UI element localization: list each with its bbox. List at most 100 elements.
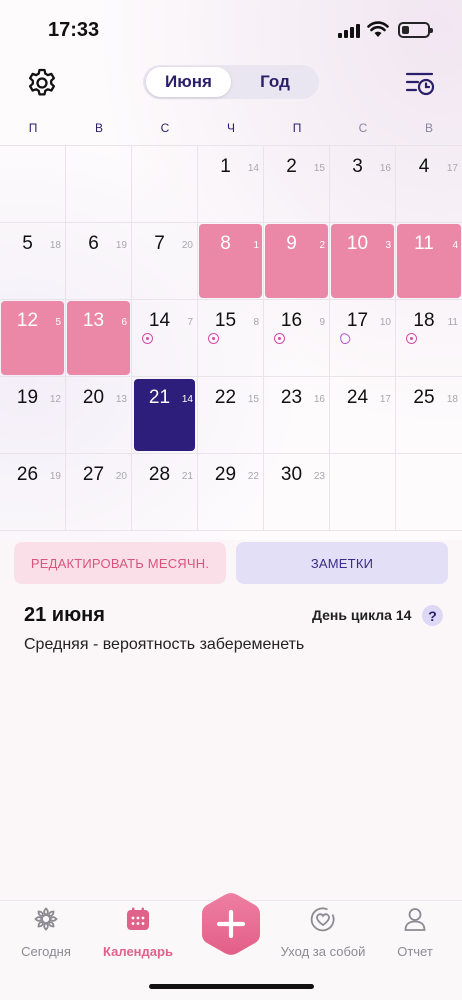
cycle-day-number: 10 (379, 317, 391, 328)
calendar-day-cell[interactable]: 7 20 (132, 223, 198, 300)
cycle-day-number: 15 (247, 394, 259, 405)
calendar-day-cell[interactable]: 30 23 (264, 454, 330, 531)
calendar-day-cell[interactable]: 18 11 (396, 300, 462, 377)
cycle-day-number: 21 (181, 471, 193, 482)
calendar-day-cell[interactable]: 3 16 (330, 146, 396, 223)
cycle-day-number: 20 (181, 240, 193, 251)
calendar-day-cell[interactable]: 5 18 (0, 223, 66, 300)
calendar-day-cell[interactable]: 92 (264, 223, 330, 300)
cycle-day-number: 2 (319, 240, 325, 251)
calendar-day-cell[interactable]: 12 5 (0, 300, 66, 377)
cycle-day-number: 9 (319, 317, 325, 328)
cycle-day-number: 16 (379, 163, 391, 174)
cycle-day-label: День цикла 14 (312, 607, 412, 623)
gear-icon[interactable] (26, 67, 58, 99)
cycle-day-number: 19 (49, 471, 61, 482)
view-switcher: Июня Год (143, 65, 319, 99)
calendar-day-cell[interactable]: 23 16 (264, 377, 330, 454)
fertile-day-icon (142, 333, 153, 344)
battery-icon (398, 22, 433, 38)
cycle-day-number: 12 (49, 394, 61, 405)
calendar-empty-cell (132, 146, 198, 223)
calendar-day-cell[interactable]: 19 12 (0, 377, 66, 454)
gear-flower-icon (34, 907, 58, 931)
cycle-day-number: 23 (313, 471, 325, 482)
calendar-day-cell[interactable]: 2 15 (264, 146, 330, 223)
cycle-day-number: 14 (181, 394, 193, 405)
calendar-day-cell[interactable]: 17 10 (330, 300, 396, 377)
calendar-empty-cell (66, 146, 132, 223)
status-time: 17:33 (48, 19, 100, 41)
calendar-empty-cell (0, 146, 66, 223)
tab-month[interactable]: Июня (146, 67, 231, 97)
home-indicator (149, 984, 314, 989)
cellular-signal-icon (338, 24, 362, 38)
weekday-header: П В С Ч П С В (0, 121, 462, 137)
cycle-day-number: 18 (49, 240, 61, 251)
fertile-day-icon (406, 333, 417, 344)
cycle-day-number: 22 (247, 471, 259, 482)
calendar-day-cell[interactable]: 114 (198, 146, 264, 223)
plus-icon[interactable] (200, 891, 262, 957)
calendar-day-cell[interactable]: 27 20 (66, 454, 132, 531)
help-button[interactable]: ? (422, 605, 443, 626)
weekday-label: П (292, 121, 302, 135)
calendar-day-cell[interactable]: 16 9 (264, 300, 330, 377)
calendar-empty-cell (330, 454, 396, 531)
cycle-day-number: 14 (247, 163, 259, 174)
notes-button[interactable]: ЗАМЕТКИ (236, 542, 448, 584)
calendar-day-cell[interactable]: 26 19 (0, 454, 66, 531)
calendar-day-cell[interactable]: 14 7 (132, 300, 198, 377)
tab-label: Уход за собой (280, 944, 366, 959)
cycle-day-number: 17 (379, 394, 391, 405)
cycle-day-number: 5 (55, 317, 61, 328)
edit-period-button[interactable]: РЕДАКТИРОВАТЬ МЕСЯЧН. (14, 542, 226, 584)
cycle-day-number: 4 (452, 240, 458, 251)
wifi-icon (367, 21, 389, 37)
calendar-empty-cell (396, 454, 462, 531)
cycle-day-number: 11 (447, 317, 458, 328)
calendar-day-cell[interactable]: 29 22 (198, 454, 264, 531)
calendar-day-cell[interactable]: 114 (396, 223, 462, 300)
tab-today[interactable]: Сегодня (1, 906, 91, 959)
calendar-day-cell[interactable]: 21 14 (132, 377, 198, 454)
cycle-day-number: 18 (446, 394, 458, 405)
calendar-day-cell[interactable]: 13 6 (66, 300, 132, 377)
cycle-day-number: 19 (115, 240, 127, 251)
calendar-day-cell[interactable]: 6 19 (66, 223, 132, 300)
cycle-day-number: 13 (115, 394, 127, 405)
tab-year[interactable]: Год (233, 67, 317, 97)
calendar-day-cell[interactable]: 28 21 (132, 454, 198, 531)
calendar-day-cell[interactable]: 20 13 (66, 377, 132, 454)
calendar-day-cell[interactable]: 15 8 (198, 300, 264, 377)
pregnancy-probability-text: Средняя - вероятность забеременеть (24, 636, 305, 653)
weekday-label: С (160, 121, 170, 135)
calendar-day-cell[interactable]: 25 18 (396, 377, 462, 454)
cycle-day-number: 7 (187, 317, 193, 328)
ovulation-icon (337, 331, 353, 346)
cycle-day-number: 17 (446, 163, 458, 174)
person-icon (404, 908, 426, 931)
tab-calendar[interactable]: Календарь (93, 906, 183, 959)
cycle-day-number: 16 (313, 394, 325, 405)
calendar-day-cell[interactable]: 4 17 (396, 146, 462, 223)
cycle-day-number: 15 (313, 163, 325, 174)
selected-date-title: 21 июня (24, 604, 105, 626)
fertile-day-icon (274, 333, 285, 344)
cycle-day-number: 8 (253, 317, 259, 328)
calendar-day-cell[interactable]: 22 15 (198, 377, 264, 454)
weekday-label: В (94, 121, 103, 135)
status-bar: 17:33 (0, 0, 462, 58)
calendar-day-cell[interactable]: 81 (198, 223, 264, 300)
tab-self-care[interactable]: Уход за собой (278, 906, 368, 959)
tab-report[interactable]: Отчет (370, 906, 460, 959)
cycle-day-number: 1 (253, 240, 259, 251)
calendar-day-cell[interactable]: 10 3 (330, 223, 396, 300)
cycle-day-number: 6 (121, 317, 127, 328)
list-clock-icon[interactable] (404, 67, 436, 99)
tab-label: Сегодня (21, 944, 71, 959)
tab-label: Отчет (397, 944, 433, 959)
weekday-label: Ч (227, 121, 235, 135)
weekday-label: С (358, 121, 368, 135)
calendar-day-cell[interactable]: 24 17 (330, 377, 396, 454)
